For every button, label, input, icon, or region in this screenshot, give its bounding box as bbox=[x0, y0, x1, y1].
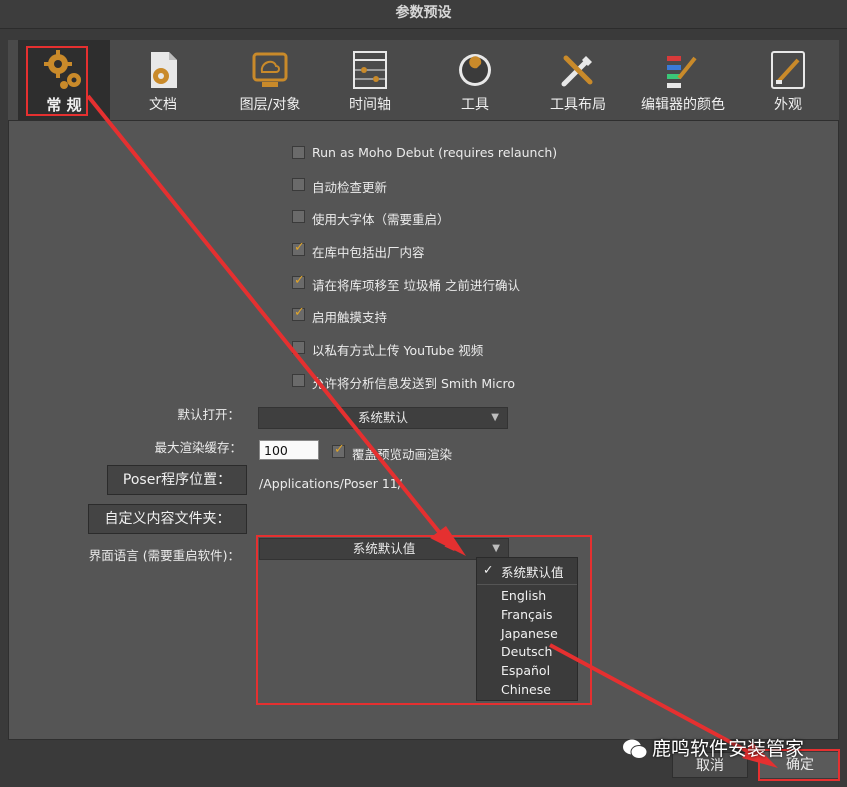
tab-label: 编辑器的颜色 bbox=[641, 97, 725, 113]
tab-label: 文档 bbox=[149, 97, 177, 113]
select-value: 系统默认 bbox=[357, 410, 408, 425]
tab-appearance[interactable]: 外观 bbox=[748, 40, 828, 120]
checkbox[interactable] bbox=[292, 374, 305, 387]
custom-content-folder-button[interactable]: 自定义内容文件夹： bbox=[88, 504, 247, 534]
language-label: 界面语言 (需要重启软件)： bbox=[88, 548, 240, 563]
appearance-icon bbox=[771, 51, 805, 89]
check-mark-icon: ✓ bbox=[294, 305, 305, 320]
render-cache-input[interactable]: 100 bbox=[259, 440, 319, 460]
render-cache-label: 最大渲染缓存： bbox=[154, 440, 242, 455]
checkbox[interactable] bbox=[292, 210, 305, 223]
checkbox[interactable]: ✓ bbox=[292, 305, 305, 321]
wechat-icon bbox=[623, 739, 648, 759]
tab-label: 图层/对象 bbox=[239, 97, 301, 113]
checkbox-label: 以私有方式上传 YouTube 视频 bbox=[312, 343, 484, 358]
checkbox[interactable] bbox=[292, 178, 305, 191]
watermark-text: 鹿鸣软件安装管家 bbox=[652, 738, 805, 760]
checkbox-label: 请在将库项移至 垃圾桶 之前进行确认 bbox=[312, 278, 520, 293]
check-mark-icon: ✓ bbox=[334, 442, 345, 457]
checkbox-label: 在库中包括出厂内容 bbox=[312, 245, 425, 260]
tab-timeline[interactable]: 时间轴 bbox=[330, 40, 410, 120]
check-mark-icon: ✓ bbox=[294, 273, 305, 288]
tab-label: 外观 bbox=[774, 97, 802, 113]
poser-path: /Applications/Poser 11/ bbox=[259, 476, 402, 491]
editor-colors-icon bbox=[667, 56, 697, 88]
tab-layers-objects[interactable]: 图层/对象 bbox=[220, 40, 320, 120]
tab-label: 工具 bbox=[461, 97, 489, 113]
tab-document[interactable]: 文档 bbox=[116, 40, 210, 120]
default-open-select[interactable]: 系统默认 ▼ bbox=[258, 407, 508, 429]
tool-layout-icon bbox=[561, 55, 593, 87]
checkbox-label: 启用触摸支持 bbox=[312, 310, 388, 325]
annotation-highlight-box bbox=[256, 535, 592, 705]
checkbox[interactable]: ✓ bbox=[292, 240, 305, 256]
tab-editor-colors[interactable]: 编辑器的颜色 bbox=[632, 40, 734, 120]
chevron-down-icon: ▼ bbox=[491, 412, 499, 423]
window-title: 参数预设 bbox=[0, 0, 847, 29]
preferences-tabbar: 常 规 文档 图层/对象 时间轴 工具 工具布局 编辑器的颜色 外观 bbox=[8, 40, 839, 120]
check-mark-icon: ✓ bbox=[294, 240, 305, 255]
document-gear-icon bbox=[151, 52, 177, 88]
checkbox-label: 允许将分析信息发送到 Smith Micro bbox=[312, 376, 515, 391]
checkbox[interactable]: ✓ bbox=[292, 273, 305, 289]
checkbox[interactable] bbox=[292, 341, 305, 354]
timeline-icon bbox=[353, 51, 387, 89]
tab-label: 时间轴 bbox=[349, 97, 391, 113]
tab-tool-layout[interactable]: 工具布局 bbox=[532, 40, 624, 120]
tab-label: 工具布局 bbox=[550, 97, 606, 113]
checkbox[interactable]: ✓ bbox=[332, 442, 345, 458]
checkbox[interactable] bbox=[292, 146, 305, 159]
checkbox-label: 使用大字体（需要重启） bbox=[312, 212, 450, 227]
wrench-icon bbox=[459, 54, 491, 86]
default-open-label: 默认打开： bbox=[177, 407, 240, 422]
checkbox-label: Run as Moho Debut (requires relaunch) bbox=[312, 145, 558, 160]
tab-tools[interactable]: 工具 bbox=[430, 40, 520, 120]
checkbox-label: 自动检查更新 bbox=[312, 180, 388, 195]
checkbox-label: 覆盖预览动画渲染 bbox=[352, 447, 453, 462]
annotation-highlight-box bbox=[26, 46, 88, 116]
poser-location-button[interactable]: Poser程序位置： bbox=[107, 465, 247, 495]
layer-object-icon bbox=[252, 52, 288, 87]
